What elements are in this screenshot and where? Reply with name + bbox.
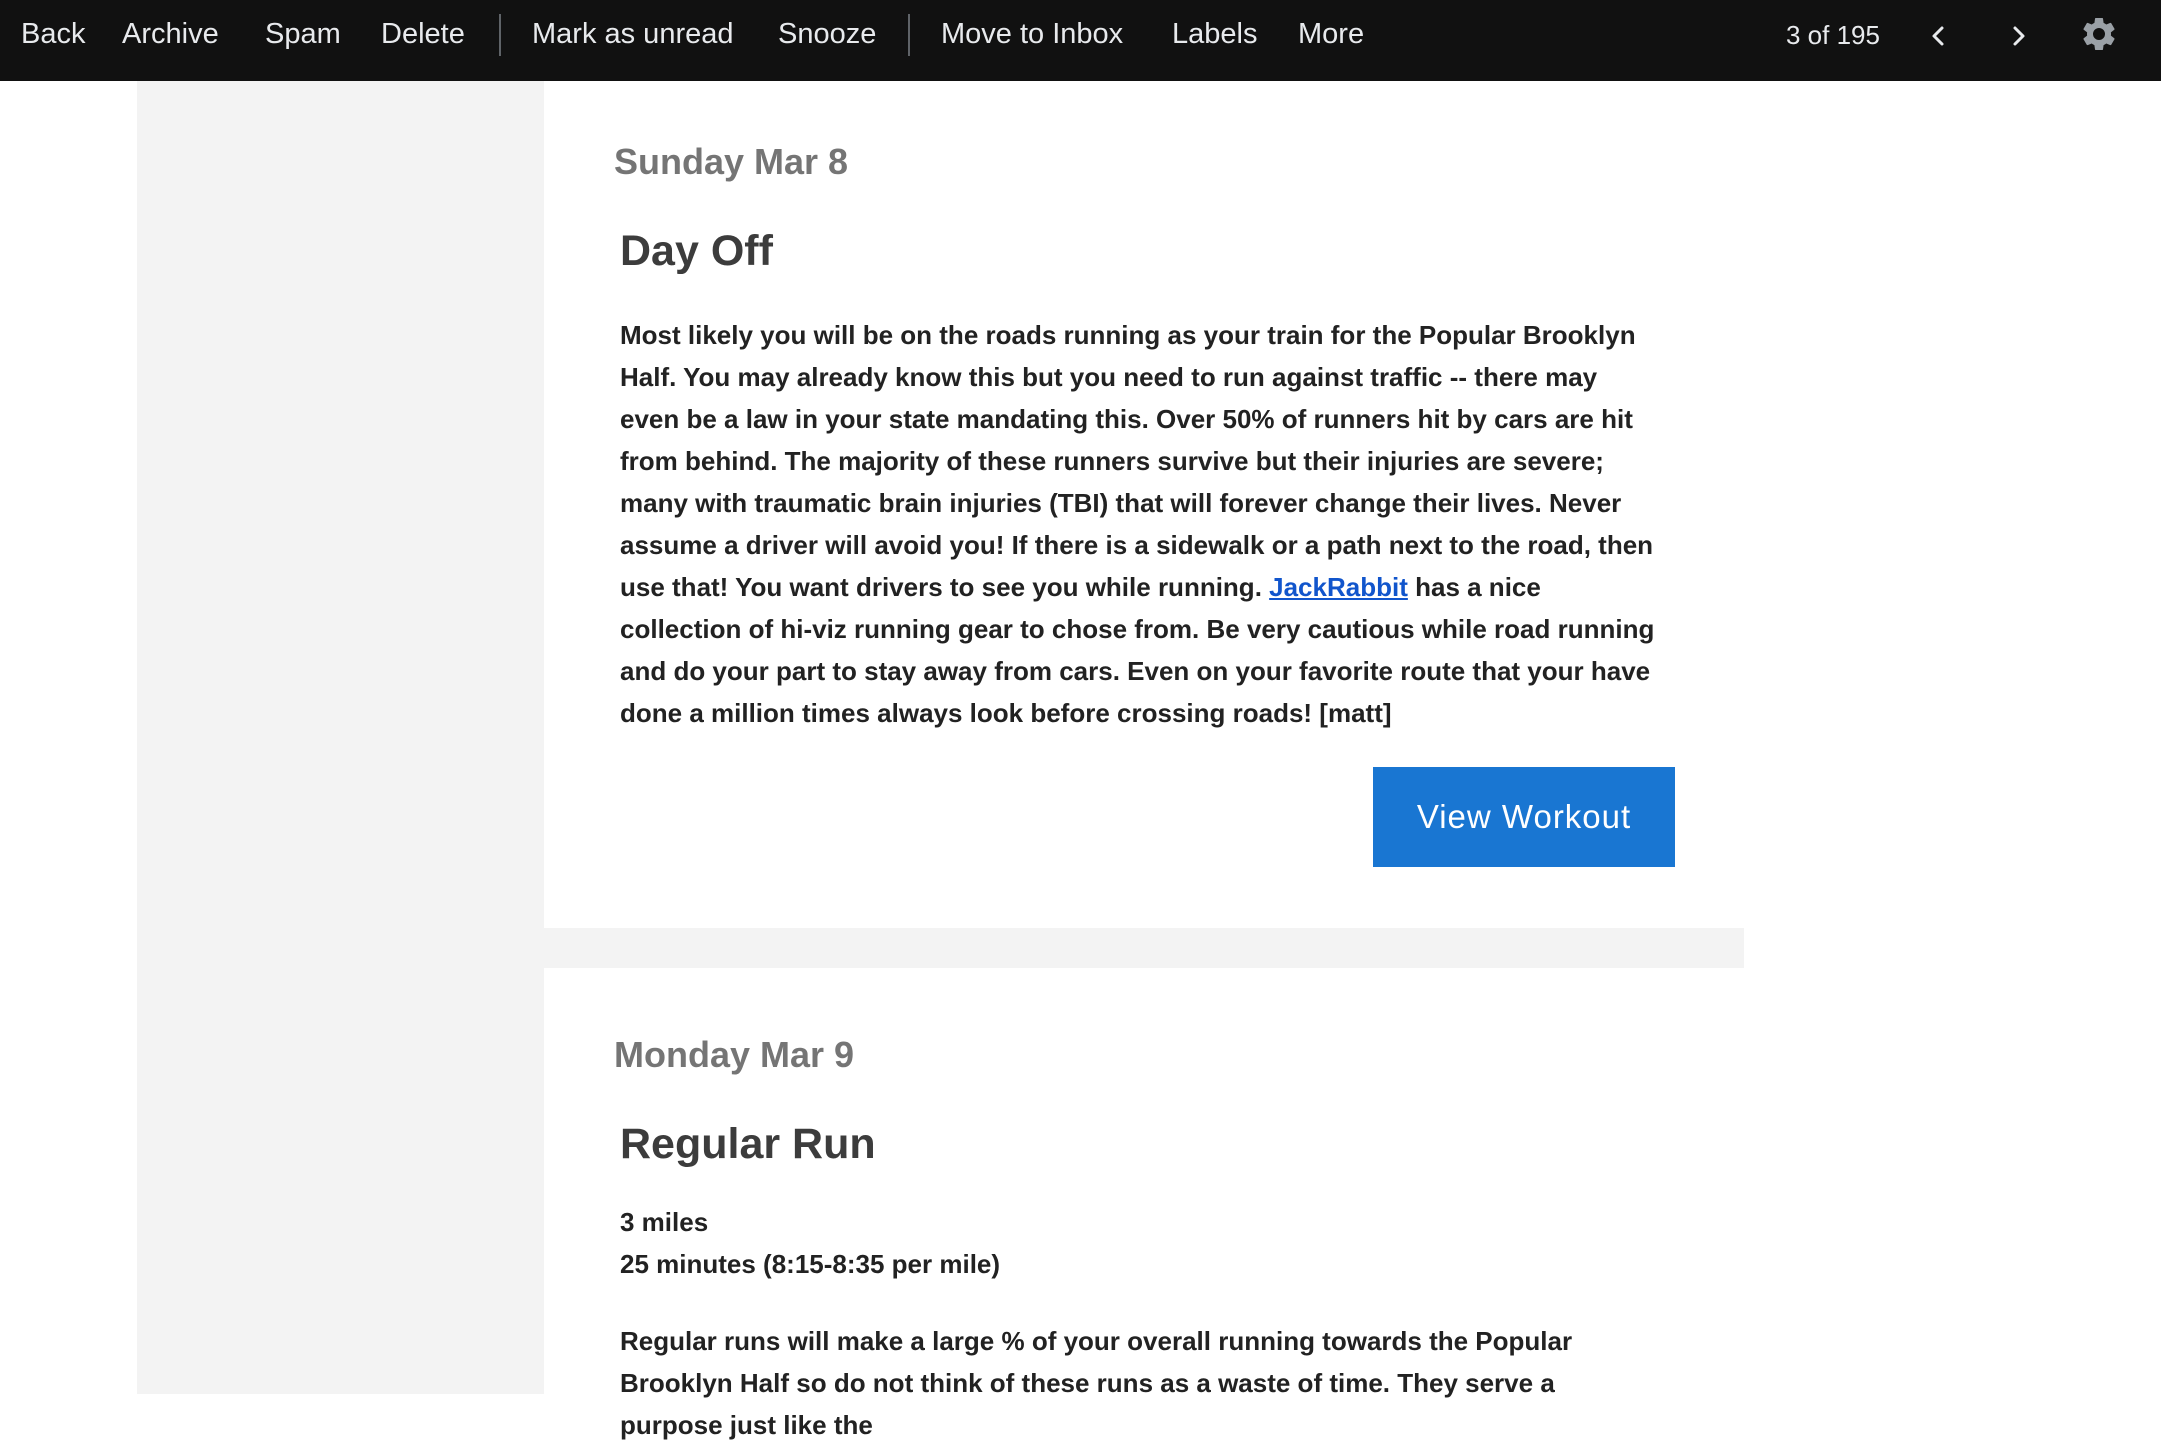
mark-unread-button[interactable]: Mark as unread (532, 14, 734, 54)
more-button[interactable]: More (1298, 14, 1364, 54)
workout-day: Sunday Mar 8 (614, 141, 849, 182)
chevron-right-icon[interactable] (2000, 18, 2036, 54)
spam-button[interactable]: Spam (265, 14, 341, 54)
back-button[interactable]: Back (21, 14, 85, 54)
top-toolbar: Back Archive Spam Delete Mark as unread … (0, 0, 2161, 81)
workout-description: Regular runs will make a large % of your… (620, 1326, 1573, 1440)
workout-title: Day Off (620, 227, 773, 275)
workout-day: Monday Mar 9 (614, 1034, 855, 1075)
jackrabbit-link[interactable]: JackRabbit (1269, 572, 1408, 602)
workout-duration: 25 minutes (8:15-8:35 per mile) (620, 1249, 1001, 1279)
delete-button[interactable]: Delete (381, 14, 465, 54)
chevron-left-icon[interactable] (1921, 18, 1957, 54)
description-text: Most likely you will be on the roads run… (620, 320, 1654, 602)
snooze-button[interactable]: Snooze (778, 14, 876, 54)
view-workout-button[interactable]: View Workout (1373, 767, 1675, 867)
toolbar-divider (499, 14, 501, 56)
archive-button[interactable]: Archive (122, 14, 219, 54)
workout-distance: 3 miles (620, 1207, 709, 1237)
workout-card: Sunday Mar 8 Day Off Most likely you wil… (544, 81, 1744, 928)
gear-icon[interactable] (2079, 14, 2119, 54)
move-to-inbox-button[interactable]: Move to Inbox (941, 14, 1123, 54)
message-counter: 3 of 195 (1786, 20, 1880, 50)
labels-button[interactable]: Labels (1172, 14, 1257, 54)
workout-description: Most likely you will be on the roads run… (620, 314, 1660, 734)
workout-card: Monday Mar 9 Regular Run 3 miles 25 minu… (544, 968, 1744, 1440)
toolbar-divider (908, 14, 910, 56)
workout-title: Regular Run (620, 1120, 876, 1168)
